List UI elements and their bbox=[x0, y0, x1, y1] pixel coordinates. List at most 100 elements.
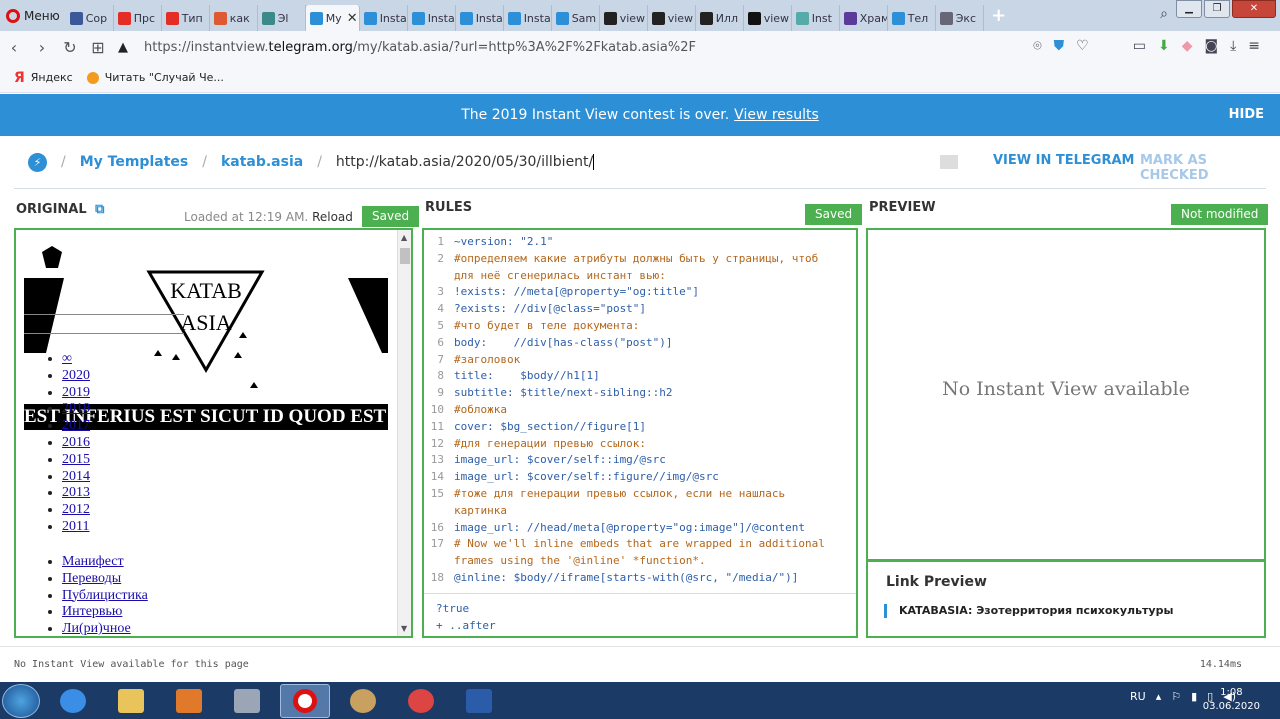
taskbar-opera[interactable] bbox=[280, 683, 330, 718]
code-line[interactable]: 5 #что будет в теле документа: bbox=[424, 318, 856, 335]
taskbar-calculator[interactable] bbox=[222, 684, 272, 718]
code-line[interactable]: 8 title: $body//h1[1] bbox=[424, 368, 856, 385]
lightning-icon[interactable]: ⚡ bbox=[28, 152, 47, 172]
section-item[interactable]: Публицистика bbox=[62, 588, 148, 605]
browser-tab[interactable]: Сор bbox=[66, 5, 114, 31]
external-link-icon[interactable]: ⧉ bbox=[95, 202, 104, 217]
security-warning-icon[interactable]: ▲ bbox=[118, 40, 128, 55]
year-item[interactable]: 2015 bbox=[62, 452, 90, 469]
taskbar-snipping[interactable] bbox=[396, 684, 446, 718]
downloads-icon[interactable]: ⤓ bbox=[1230, 38, 1236, 54]
taskbar-explorer[interactable] bbox=[106, 684, 156, 718]
new-tab-button[interactable]: + bbox=[988, 5, 1010, 27]
back-icon[interactable]: ‹ bbox=[0, 38, 28, 57]
section-item[interactable]: Манифест bbox=[62, 554, 148, 571]
browser-tab[interactable]: Илл bbox=[696, 5, 744, 31]
year-item[interactable]: 2013 bbox=[62, 485, 90, 502]
scroll-thumb[interactable] bbox=[400, 248, 410, 264]
browser-tab[interactable]: Прс bbox=[114, 5, 162, 31]
browser-tab[interactable]: view bbox=[744, 5, 792, 31]
rules-editor[interactable]: 1 ~version: "2.1" 2 #определяем какие атриб… bbox=[422, 228, 858, 638]
year-item[interactable]: 2017 bbox=[62, 418, 90, 435]
view-in-telegram-button[interactable]: VIEW IN TELEGRAM bbox=[993, 153, 1134, 168]
page-url-input[interactable]: http://katab.asia/2020/05/30/illbient/ bbox=[336, 154, 595, 170]
section-item[interactable]: Интервью bbox=[62, 604, 148, 621]
browser-menu-button[interactable]: Меню bbox=[0, 0, 66, 31]
year-item[interactable]: 2020 bbox=[62, 368, 90, 385]
browser-tab[interactable]: Храм bbox=[840, 5, 888, 31]
original-page-frame[interactable]: KATAB ASIA EST INFERIUS EST SICUT ID QUO… bbox=[14, 228, 413, 638]
heart-icon[interactable]: ♡ bbox=[1076, 38, 1089, 54]
code-line[interactable]: 12 #для генерации превью ссылок: bbox=[424, 436, 856, 453]
taskbar-word[interactable] bbox=[454, 684, 504, 718]
browser-tab[interactable]: Sam bbox=[552, 5, 600, 31]
bookmark-book[interactable]: Читать "Случай Че... bbox=[86, 71, 224, 84]
code-line[interactable]: 3 !exists: //meta[@property="og:title"] bbox=[424, 284, 856, 301]
window-close-button[interactable]: ✕ bbox=[1232, 0, 1276, 18]
year-item[interactable]: ∞ bbox=[62, 351, 90, 368]
code-line[interactable]: 17 # Now we'll inline embeds that are wra… bbox=[424, 536, 856, 570]
year-item[interactable]: 2018 bbox=[62, 401, 90, 418]
code-line[interactable]: 7 #заголовок bbox=[424, 352, 856, 369]
taskbar-paint[interactable] bbox=[338, 684, 388, 718]
year-item[interactable]: 2016 bbox=[62, 435, 90, 452]
view-results-link[interactable]: View results bbox=[734, 107, 819, 123]
start-button[interactable] bbox=[2, 683, 40, 718]
menu-icon[interactable]: ≡ bbox=[1248, 38, 1260, 54]
year-item[interactable]: 2014 bbox=[62, 469, 90, 486]
tray-arrow-icon[interactable]: ▴ bbox=[1156, 690, 1162, 703]
browser-tab[interactable]: Insta bbox=[456, 5, 504, 31]
reload-link[interactable]: Reload bbox=[312, 210, 353, 224]
code-line[interactable]: 11 cover: $bg_section//figure[1] bbox=[424, 419, 856, 436]
link-preview-text[interactable]: KATABASIA: Эзотерритория психокультуры bbox=[884, 604, 1173, 618]
extension-icon[interactable]: ▭ bbox=[1133, 38, 1146, 54]
original-scrollbar[interactable]: ▲ ▼ bbox=[397, 230, 411, 636]
download-extension-icon[interactable]: ⬇ bbox=[1158, 38, 1170, 54]
code-line[interactable]: 10 #обложка bbox=[424, 402, 856, 419]
taskbar-ie[interactable] bbox=[48, 684, 98, 718]
code-line[interactable]: 6 body: //div[has-class("post")] bbox=[424, 335, 856, 352]
section-item[interactable]: Переводы bbox=[62, 571, 148, 588]
browser-tab[interactable]: Экс bbox=[936, 5, 984, 31]
code-line[interactable]: 9 subtitle: $title/next-sibling::h2 bbox=[424, 385, 856, 402]
code-line[interactable]: 2 #определяем какие атрибуты должны быть … bbox=[424, 251, 856, 285]
browser-tab[interactable]: Inst bbox=[792, 5, 840, 31]
code-editor[interactable]: 1 ~version: "2.1" 2 #определяем какие атриб… bbox=[424, 230, 856, 590]
forward-icon[interactable]: › bbox=[28, 38, 56, 57]
code-line[interactable]: 1 ~version: "2.1" bbox=[424, 234, 856, 251]
maximize-button[interactable]: ❐ bbox=[1204, 0, 1230, 18]
search-tabs-icon[interactable]: ⌕ bbox=[1160, 6, 1168, 22]
code-line[interactable]: 13 image_url: $cover/self::img/@src bbox=[424, 452, 856, 469]
language-indicator[interactable]: RU bbox=[1130, 690, 1146, 703]
reload-icon[interactable]: ↻ bbox=[56, 38, 84, 57]
tab-close-icon[interactable]: ✕ bbox=[347, 11, 358, 26]
browser-tab[interactable]: Эl bbox=[258, 5, 306, 31]
bookmark-yandex[interactable]: Я Яндекс bbox=[14, 70, 73, 86]
browser-tab[interactable]: My ✕ bbox=[305, 5, 360, 31]
browser-tab[interactable]: Тел bbox=[888, 5, 936, 31]
section-item[interactable]: Ли(ри)чное bbox=[62, 621, 148, 636]
scroll-down-icon[interactable]: ▼ bbox=[401, 624, 407, 633]
year-item[interactable]: 2019 bbox=[62, 385, 90, 402]
scroll-up-icon[interactable]: ▲ bbox=[401, 233, 407, 242]
shield-icon[interactable]: ⛊ bbox=[1054, 38, 1065, 54]
signal-icon[interactable]: ▮ bbox=[1191, 690, 1197, 703]
browser-tab[interactable]: Тип bbox=[162, 5, 210, 31]
year-item[interactable]: 2011 bbox=[62, 519, 90, 536]
minimize-button[interactable]: ▁ bbox=[1176, 0, 1202, 18]
code-line[interactable]: 18 @inline: $body//iframe[starts-with(@sr… bbox=[424, 570, 856, 587]
camera-icon[interactable]: ◙ bbox=[1204, 38, 1218, 54]
cube-icon[interactable]: ◆ bbox=[1182, 38, 1193, 54]
code-line[interactable]: 14 image_url: $cover/self::figure//img/@s… bbox=[424, 469, 856, 486]
browser-tab[interactable]: view bbox=[648, 5, 696, 31]
browser-tab[interactable]: view bbox=[600, 5, 648, 31]
network-icon[interactable]: ⚐ bbox=[1171, 690, 1181, 703]
browser-tab[interactable]: Insta bbox=[408, 5, 456, 31]
browser-tab[interactable]: Insta bbox=[360, 5, 408, 31]
snapshot-icon[interactable]: ⌾ bbox=[1033, 38, 1041, 54]
mark-as-checked-button[interactable]: MARK AS CHECKED bbox=[1140, 153, 1280, 183]
site-link[interactable]: katab.asia bbox=[221, 154, 303, 170]
clock[interactable]: 1:08 03.06.2020 bbox=[1203, 686, 1260, 714]
code-line[interactable]: 16 image_url: //head/meta[@property="og:i… bbox=[424, 520, 856, 537]
code-line[interactable]: 15 #тоже для генерации превью ссылок, есл… bbox=[424, 486, 856, 520]
